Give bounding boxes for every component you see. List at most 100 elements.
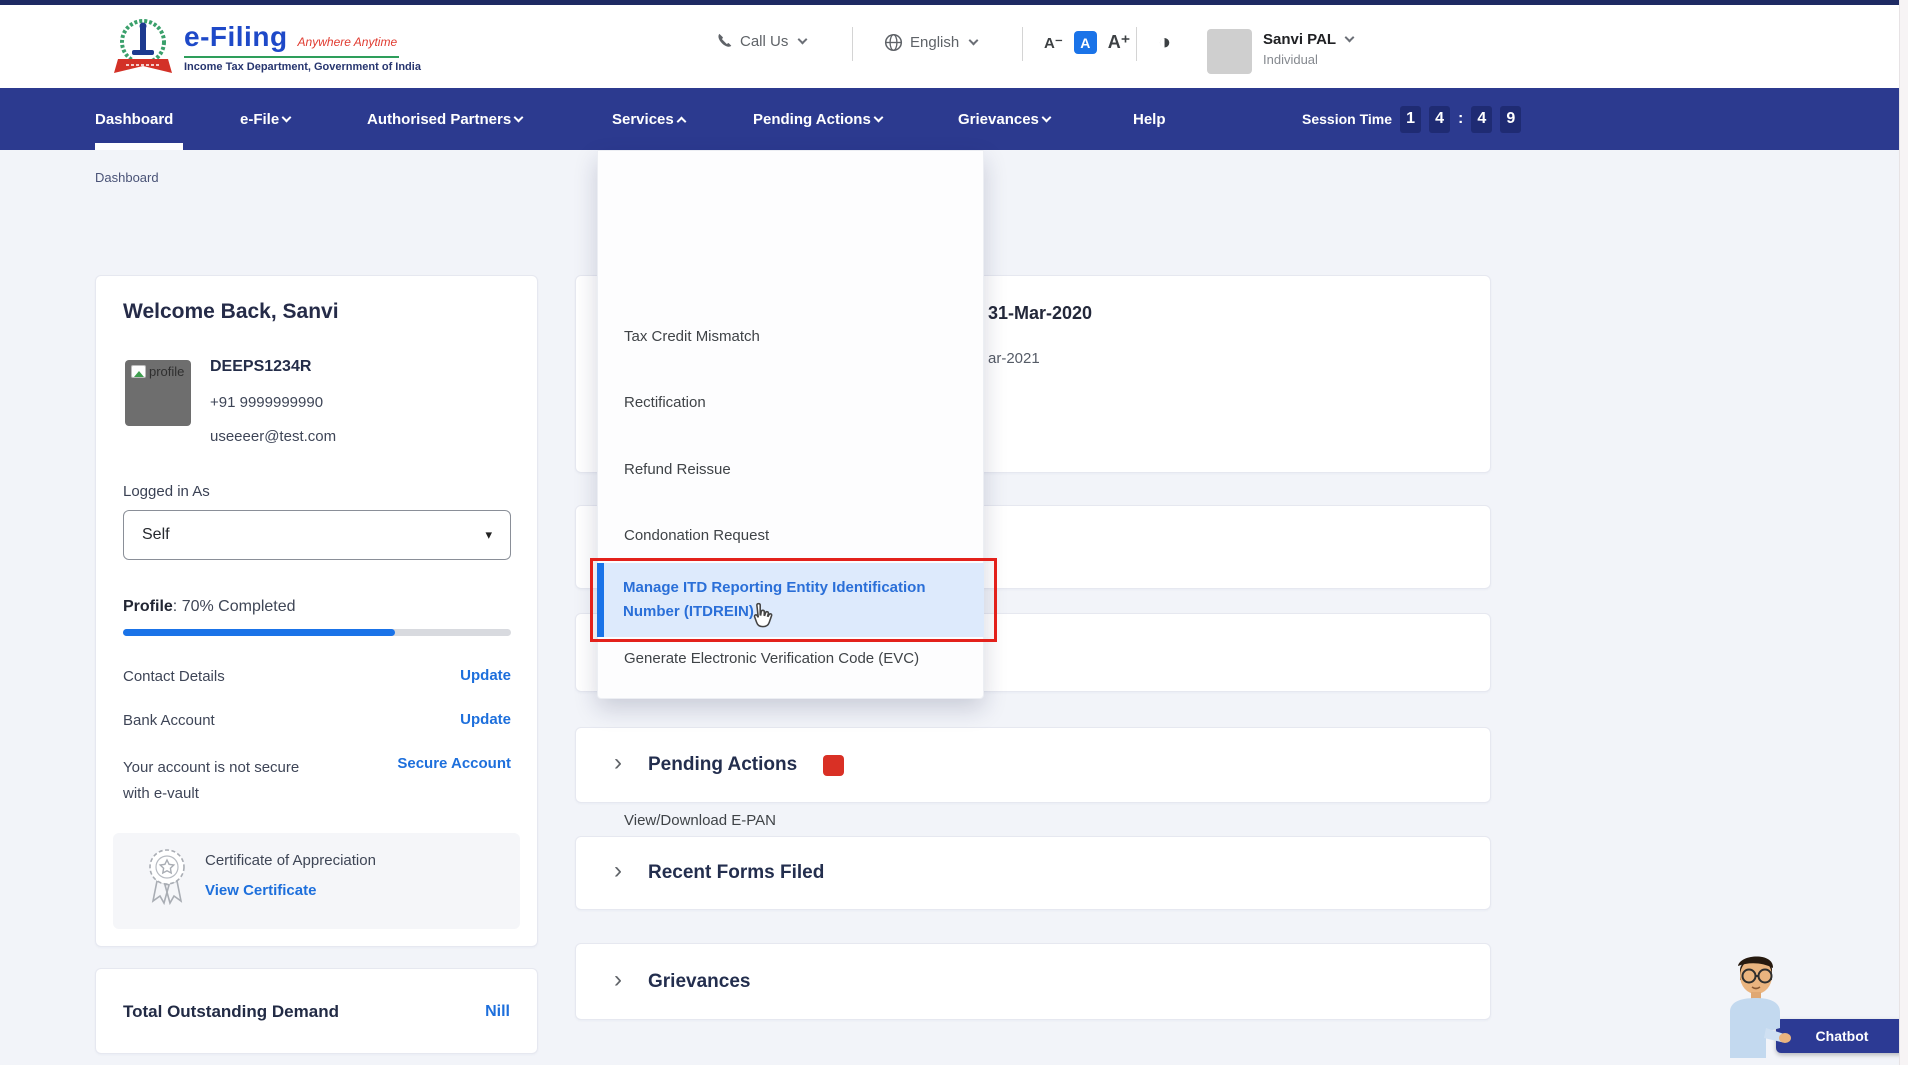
main-navigation: Dashboard e-File Authorised Partners Ser… [0,88,1908,150]
font-size-controls: A⁻ A A⁺ [1044,31,1130,54]
email-address: useeeer@test.com [210,428,337,445]
nav-label: Help [1133,110,1166,128]
contrast-toggle-icon[interactable]: ◑ [1158,29,1171,55]
menu-item-manage-itdrein-label: Manage ITD Reporting Entity Identificati… [623,579,926,620]
profile-progress-fill [123,629,395,636]
caret-down-icon: ▾ [485,527,492,542]
session-colon: : [1458,110,1464,127]
chevron-down-icon [968,35,979,46]
highlight-left-bar [597,563,604,637]
efiling-portal-screen: e-Filing Anywhere Anytime Income Tax Dep… [0,0,1908,1065]
nav-item-dashboard[interactable]: Dashboard [95,88,173,150]
nav-item-efile[interactable]: e-File [240,88,292,150]
phone-number: +91 9999999990 [210,394,324,411]
filing-date-secondary-text: ar-2021 [988,350,1040,367]
chatbot-mascot-illustration[interactable] [1710,946,1806,1058]
income-tax-emblem-logo [114,19,172,73]
broken-image-indicator: profile [131,364,184,379]
profile-progress-bar [123,629,511,636]
header-divider [1136,27,1137,61]
chevron-right-icon: › [614,857,622,884]
chatbot-label: Chatbot [1815,1028,1869,1044]
menu-item-refund-reissue[interactable]: Refund Reissue [624,460,954,480]
filing-date-text: 31-Mar-2020 [988,303,1093,323]
session-time-label: Session Time [1302,111,1393,127]
pan-number: DEEPS1234R [210,358,312,375]
nav-label: Services [612,110,674,128]
brand-name: e-Filing [184,21,288,52]
font-increase-button[interactable]: A⁺ [1108,32,1131,53]
session-timer: Session Time 1 4 : 4 9 [1302,88,1522,150]
chevron-up-icon [676,116,687,126]
accordion-recent-forms-filed[interactable]: › Recent Forms Filed [575,836,1491,910]
nav-label: Authorised Partners [367,110,512,128]
chevron-down-icon [797,34,808,45]
chevron-down-icon [281,112,292,122]
active-nav-underline [95,143,183,150]
profile-label: Profile [123,598,173,615]
accordion-pending-actions[interactable]: › Pending Actions [575,727,1491,803]
secure-account-link[interactable]: Secure Account [0,755,511,772]
header: e-Filing Anywhere Anytime Income Tax Dep… [0,5,1908,88]
hand-cursor-icon [753,602,773,628]
font-normal-button[interactable]: A [1073,31,1097,54]
accordion-title: Recent Forms Filed [648,862,825,883]
call-us-menu[interactable]: Call Us [716,33,808,50]
nav-label: Grievances [958,110,1039,128]
outstanding-demand-value-link[interactable]: Nill [0,1003,510,1021]
brand-divider [184,56,399,58]
avatar[interactable] [1207,29,1252,74]
breadcrumb[interactable]: Dashboard [95,170,159,185]
menu-item-tax-credit-mismatch[interactable]: Tax Credit Mismatch [624,327,954,347]
nav-label: Pending Actions [753,110,871,128]
nav-item-grievances[interactable]: Grievances [958,88,1052,150]
logged-in-as-label: Logged in As [123,483,210,500]
nav-label: Dashboard [95,110,174,128]
accordion-grievances[interactable]: › Grievances [575,943,1491,1020]
user-name: Sanvi PAL [1263,31,1337,48]
user-block[interactable]: Sanvi PAL Individual [1263,31,1355,67]
header-divider [852,27,853,61]
nav-item-authorised-partners[interactable]: Authorised Partners [367,88,524,150]
profile-completion-text: Profile: 70% Completed [123,598,296,616]
header-divider [1022,27,1023,61]
user-type: Individual [1263,52,1318,67]
medal-icon [149,849,185,906]
phone-icon [718,33,732,47]
language-menu[interactable]: English [884,33,979,52]
nav-label: e-File [240,110,280,128]
update-contact-link[interactable]: Update [0,667,511,684]
profile-completion-value: : 70% Completed [172,598,296,615]
globe-icon [884,33,903,52]
update-bank-link[interactable]: Update [0,711,511,728]
language-label: English [910,34,960,51]
menu-item-generate-evc[interactable]: Generate Electronic Verification Code (E… [624,649,954,669]
menu-item-condonation-request[interactable]: Condonation Request [624,526,954,546]
brand-tagline: Anywhere Anytime [297,35,398,49]
session-digit: 9 [1500,105,1522,133]
chevron-right-icon: › [614,965,622,993]
scrollbar[interactable] [1899,0,1908,1065]
font-decrease-button[interactable]: A⁻ [1044,34,1063,52]
welcome-heading: Welcome Back, Sanvi [123,300,339,323]
nav-item-help[interactable]: Help [1133,88,1166,150]
session-digit: 4 [1429,105,1451,133]
broken-image-icon [131,365,146,378]
chevron-down-icon [873,112,884,122]
chevron-down-icon [1041,112,1052,122]
nav-item-pending-actions[interactable]: Pending Actions [753,88,884,150]
nav-item-services[interactable]: Services [612,88,687,150]
role-selected-value: Self [142,526,170,543]
role-select-dropdown[interactable]: Self ▾ [123,510,511,560]
pending-count-badge [823,754,845,776]
chevron-right-icon: › [614,749,622,776]
menu-item-manage-itdrein-highlighted[interactable]: Manage ITD Reporting Entity Identificati… [597,563,984,637]
accordion-title: Grievances [648,970,751,992]
menu-item-view-download-epan[interactable]: View/Download E-PAN [624,811,954,831]
view-certificate-link[interactable]: View Certificate [205,882,316,899]
menu-item-rectification[interactable]: Rectification [624,393,954,413]
chevron-down-icon [513,112,524,122]
session-digit: 1 [1400,105,1422,133]
accordion-title: Pending Actions [648,754,798,775]
certificate-title: Certificate of Appreciation [205,852,376,869]
